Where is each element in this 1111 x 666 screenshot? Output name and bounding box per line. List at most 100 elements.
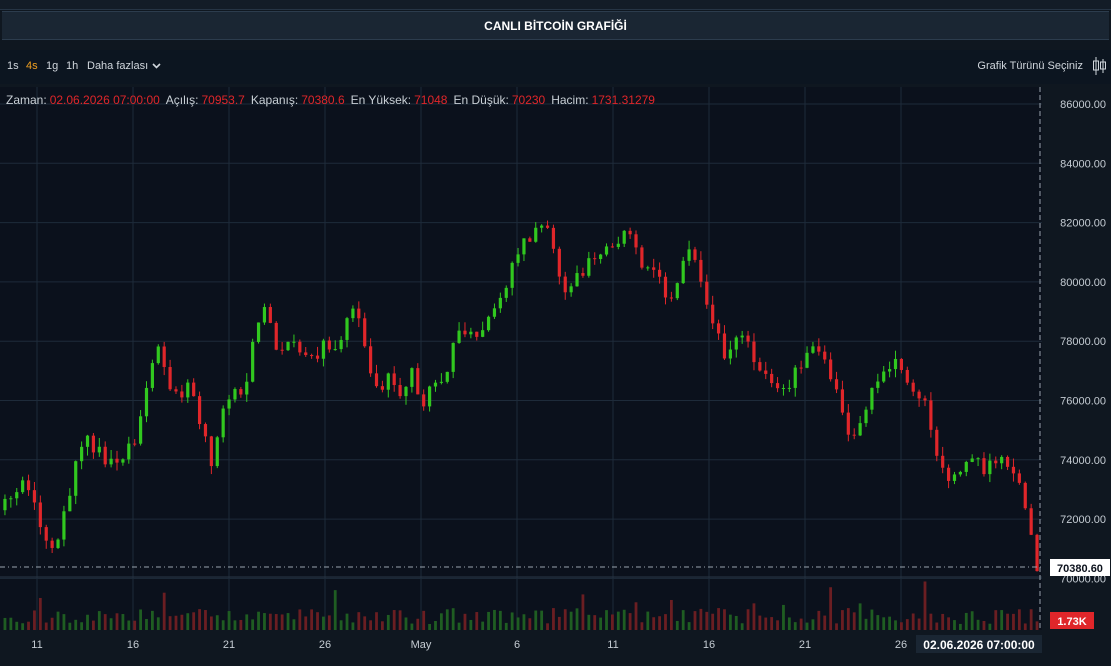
volume-bar [74,619,78,630]
volume-bar [239,619,243,630]
volume-bar [829,587,833,630]
volume-bar [156,617,160,630]
volume-bar [611,614,614,630]
volume-bar [215,615,219,630]
volume-bar [463,613,467,630]
volume-bar [56,611,60,630]
volume-bar [540,610,544,630]
volume-bar [929,613,933,630]
timeframe-1g[interactable]: 1g [46,60,58,72]
y-tick-label: 74000.00 [1060,455,1106,467]
close-label: Kapanış: [251,93,298,107]
volume-bar [504,622,508,630]
volume-bar [646,611,650,630]
volume-bar [917,618,921,630]
volume-bar [658,616,661,630]
volume-bar [280,614,284,630]
volume-bar [245,614,249,630]
volume-bar [581,594,585,630]
y-tick-label: 80000.00 [1060,277,1106,289]
y-tick-label: 76000.00 [1060,396,1106,408]
time-label: Zaman: [6,93,47,107]
price-chart[interactable]: 86000.00 84000.00 82000.00 80000.00 78000.00… [0,87,1111,662]
volume-bar [782,604,785,630]
candle [1035,533,1039,572]
volume-bar [870,609,874,630]
toolbar: 1s 4s 1g 1h Daha fazlası Grafik Türünü S… [0,50,1111,84]
chart-type-selector[interactable]: Grafik Türünü Seçiniz [977,60,1083,72]
last-price-tag: 70380.60 [1050,559,1110,576]
volume-bar [587,614,591,630]
volume-bar [734,615,738,630]
volume-bar [333,590,337,630]
volume-bar [227,611,231,630]
chart-svg[interactable]: 86000.00 84000.00 82000.00 80000.00 78000.00… [0,87,1111,662]
volume-bar [375,612,378,630]
volume-bar [994,610,998,630]
volume-value: 1731.31279 [592,93,656,107]
volume-bar [322,616,325,630]
volume-bar [970,611,974,630]
volume-bar [38,597,42,630]
low-value: 70230 [512,93,546,107]
volume-bar [616,611,620,630]
volume-bar [858,603,862,630]
volume-bar [221,620,225,630]
volume-bar [251,619,255,630]
volume-bar [664,614,667,630]
volume-bar [522,614,526,630]
volume-bar [103,614,107,630]
volume-bar [552,608,555,630]
volume-bar [339,620,343,630]
volume-bar [622,609,626,630]
y-tick-label: 82000.00 [1060,218,1106,230]
volume-bar [204,610,207,630]
x-tick-label: 16 [127,639,139,651]
volume-bar [681,610,685,630]
volume-bar [451,608,455,630]
volume-bar [575,608,579,630]
candle [197,391,202,430]
volume-bar [669,599,673,630]
volume-bar [198,609,201,630]
volume-bar [953,620,956,630]
candle [445,371,449,384]
timeframe-4s[interactable]: 4s [26,60,38,72]
volume-bar [911,613,915,630]
volume-bar [145,618,148,630]
volume-bar [563,609,567,630]
volume-bar [764,617,768,630]
candle [1029,503,1033,536]
volume-bar [422,610,426,630]
volume-bar [593,615,597,630]
volume-bar [121,614,125,630]
timeframe-1s[interactable]: 1s [7,60,19,72]
candlestick-icon[interactable] [1092,56,1106,76]
volume-bar [787,617,791,630]
crosshair-time-tag: 02.06.2026 07:00:00 [916,635,1042,653]
candle [251,338,255,383]
x-tick-label: 26 [895,639,907,651]
volume-bar [675,620,679,630]
volume-bar [876,615,880,630]
volume-bar [498,610,502,630]
y-tick-label: 72000.00 [1060,514,1106,526]
volume-bar [1012,613,1015,630]
more-timeframes-button[interactable]: Daha fazlası [87,60,161,72]
volume-bar [817,610,821,630]
volume-bar [864,618,868,630]
volume-bar [481,621,485,630]
volume-bar [510,612,514,630]
crosshair-time-label: 02.06.2026 07:00:00 [923,638,1035,652]
volume-bar [516,617,520,630]
timeframe-1h[interactable]: 1h [66,60,78,72]
volume-bar [274,614,278,630]
volume-bar [97,611,101,630]
candle [256,322,261,344]
y-tick-label: 86000.00 [1060,99,1106,111]
volume-bar [923,581,927,630]
volume-bar [404,617,408,630]
volume-bar [900,622,903,630]
volume-bar [1035,621,1039,630]
volume-bar [752,603,756,630]
